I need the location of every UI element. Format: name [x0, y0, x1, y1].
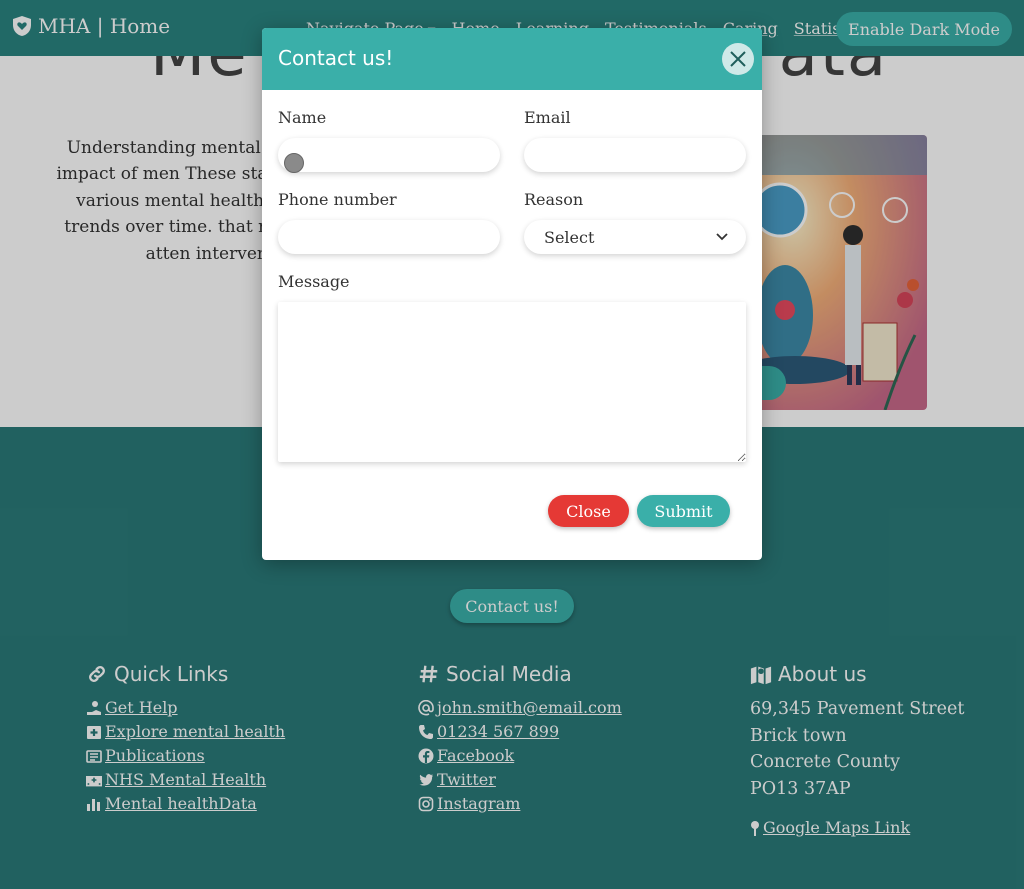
reason-selected-value: Select: [544, 227, 595, 247]
message-label: Message: [278, 272, 350, 291]
submit-button[interactable]: Submit: [637, 495, 730, 527]
phone-label: Phone number: [278, 190, 397, 209]
modal-title: Contact us!: [278, 46, 394, 70]
message-field[interactable]: [278, 302, 746, 462]
email-label: Email: [524, 108, 571, 127]
name-label: Name: [278, 108, 327, 127]
reason-label: Reason: [524, 190, 584, 209]
close-icon: [730, 51, 746, 67]
phone-field[interactable]: [278, 220, 500, 254]
reason-select[interactable]: Select: [524, 220, 746, 254]
email-field[interactable]: [524, 138, 746, 172]
chevron-down-icon: [716, 233, 728, 241]
close-button[interactable]: Close: [548, 495, 629, 527]
input-focus-indicator: [284, 153, 304, 173]
name-field[interactable]: [278, 138, 500, 172]
contact-modal: Contact us! Name Email Phone number Reas…: [262, 28, 762, 560]
modal-close-button[interactable]: [722, 43, 754, 75]
modal-header: Contact us!: [262, 28, 762, 90]
